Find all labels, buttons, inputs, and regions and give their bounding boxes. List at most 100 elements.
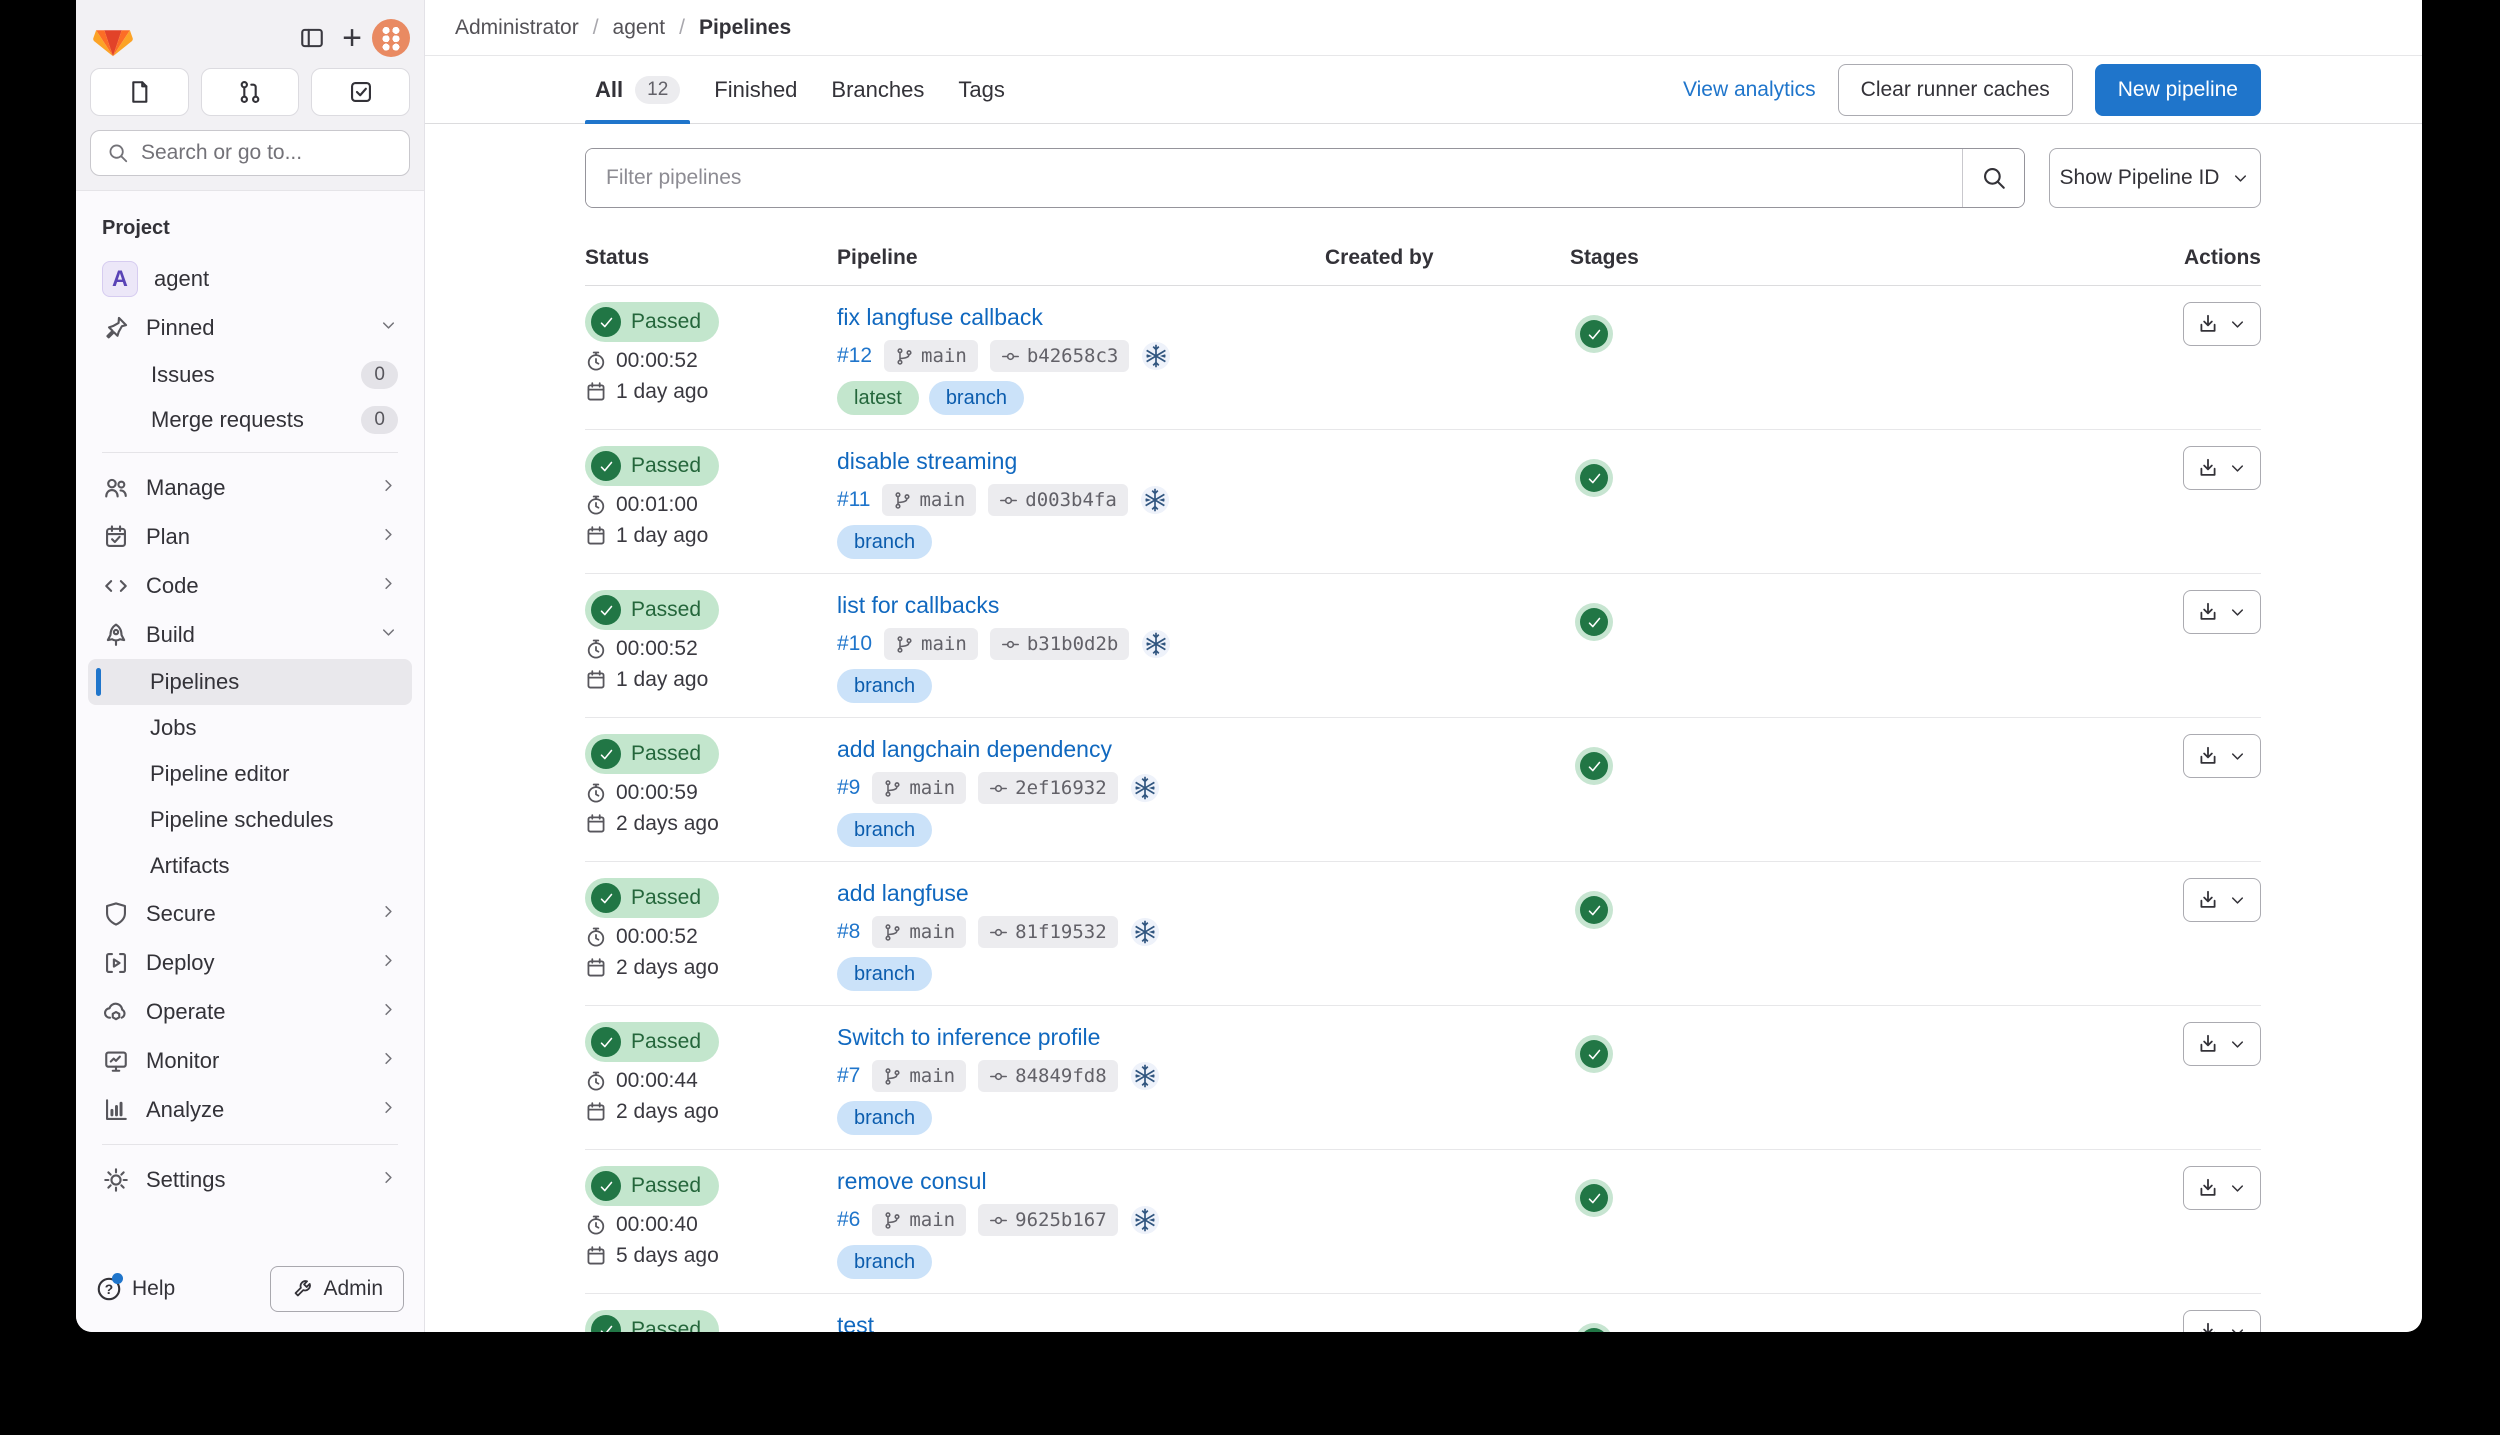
sidebar-item-plan[interactable]: Plan (88, 512, 412, 561)
show-pipeline-id-dropdown[interactable]: Show Pipeline ID (2049, 148, 2261, 208)
pipelines-tab[interactable]: Branches (821, 56, 934, 123)
todos-shortcut-button[interactable] (311, 68, 410, 116)
pipeline-label[interactable]: branch (837, 1101, 932, 1135)
stage-passed-icon[interactable] (1580, 608, 1608, 636)
branch-ref-pill[interactable]: main (872, 1060, 966, 1092)
sidebar-pinned-item[interactable]: Merge requests 0 (88, 397, 412, 442)
stage-passed-icon[interactable] (1580, 752, 1608, 780)
branch-ref-pill[interactable]: main (884, 340, 978, 372)
pipeline-title-link[interactable]: test (837, 1312, 874, 1332)
download-artifacts-button[interactable] (2183, 446, 2261, 490)
pipeline-title-link[interactable]: list for callbacks (837, 592, 999, 619)
sidebar-subitem[interactable]: Jobs (88, 705, 412, 751)
sidebar-subitem[interactable]: Pipeline editor (88, 751, 412, 797)
sidebar-subitem[interactable]: Pipeline schedules (88, 797, 412, 843)
status-badge[interactable]: Passed (585, 734, 719, 774)
download-artifacts-button[interactable] (2183, 878, 2261, 922)
pipelines-tab[interactable]: All 12 (585, 56, 690, 123)
filter-search-button[interactable] (1962, 149, 2024, 207)
admin-button[interactable]: Admin (270, 1266, 404, 1312)
search-input[interactable]: Search or go to... (90, 130, 410, 176)
pipeline-id-link[interactable]: #11 (837, 488, 870, 512)
breadcrumb-administrator[interactable]: Administrator (455, 16, 579, 40)
sidebar-item-settings[interactable]: Settings (88, 1155, 412, 1204)
issues-shortcut-button[interactable] (90, 68, 189, 116)
commit-author-avatar[interactable] (1140, 485, 1170, 515)
commit-author-avatar[interactable] (1141, 629, 1171, 659)
pipeline-label[interactable]: branch (837, 813, 932, 847)
gitlab-logo[interactable] (90, 17, 136, 59)
pipeline-label[interactable]: branch (837, 957, 932, 991)
sidebar-toggle-icon[interactable] (292, 18, 332, 58)
sidebar-item-pinned[interactable]: Pinned (88, 303, 412, 352)
pipeline-label[interactable]: branch (837, 1245, 932, 1279)
pipeline-title-link[interactable]: disable streaming (837, 448, 1017, 475)
create-new-icon[interactable]: + (332, 18, 372, 58)
view-analytics-link[interactable]: View analytics (1683, 78, 1816, 102)
pipeline-title-link[interactable]: remove consul (837, 1168, 987, 1195)
stage-passed-icon[interactable] (1580, 464, 1608, 492)
commit-author-avatar[interactable] (1141, 341, 1171, 371)
status-badge[interactable]: Passed (585, 1166, 719, 1206)
pipelines-tab[interactable]: Tags (948, 56, 1014, 123)
status-badge[interactable]: Passed (585, 878, 719, 918)
download-artifacts-button[interactable] (2183, 590, 2261, 634)
sidebar-subitem[interactable]: Artifacts (88, 843, 412, 889)
stage-passed-icon[interactable] (1580, 320, 1608, 348)
filter-pipelines-input[interactable] (586, 149, 1962, 207)
download-artifacts-button[interactable] (2183, 1310, 2261, 1332)
branch-ref-pill[interactable]: main (882, 484, 976, 516)
sidebar-item-code[interactable]: Code (88, 561, 412, 610)
sidebar-pinned-item[interactable]: Issues 0 (88, 352, 412, 397)
commit-author-avatar[interactable] (1130, 1061, 1160, 1091)
commit-author-avatar[interactable] (1130, 1205, 1160, 1235)
pipeline-id-link[interactable]: #12 (837, 344, 872, 368)
commit-sha-pill[interactable]: 9625b167 (978, 1204, 1118, 1236)
pipeline-label[interactable]: branch (837, 525, 932, 559)
pipeline-id-link[interactable]: #8 (837, 920, 860, 944)
branch-ref-pill[interactable]: main (872, 772, 966, 804)
status-badge[interactable]: Passed (585, 590, 719, 630)
user-avatar[interactable] (372, 19, 410, 57)
pipeline-id-link[interactable]: #10 (837, 632, 872, 656)
merge-requests-shortcut-button[interactable] (201, 68, 300, 116)
stage-passed-icon[interactable] (1580, 1328, 1608, 1332)
download-artifacts-button[interactable] (2183, 734, 2261, 778)
commit-sha-pill[interactable]: 84849fd8 (978, 1060, 1118, 1092)
pipeline-id-link[interactable]: #9 (837, 776, 860, 800)
pipeline-title-link[interactable]: add langchain dependency (837, 736, 1112, 763)
commit-sha-pill[interactable]: d003b4fa (988, 484, 1128, 516)
commit-author-avatar[interactable] (1130, 773, 1160, 803)
pipeline-id-link[interactable]: #6 (837, 1208, 860, 1232)
download-artifacts-button[interactable] (2183, 302, 2261, 346)
sidebar-item-monitor[interactable]: Monitor (88, 1036, 412, 1085)
status-badge[interactable]: Passed (585, 1310, 719, 1332)
pipelines-tab[interactable]: Finished (704, 56, 807, 123)
stage-passed-icon[interactable] (1580, 896, 1608, 924)
commit-sha-pill[interactable]: b31b0d2b (990, 628, 1130, 660)
pipeline-label[interactable]: branch (929, 381, 1024, 415)
commit-author-avatar[interactable] (1130, 917, 1160, 947)
pipeline-title-link[interactable]: fix langfuse callback (837, 304, 1043, 331)
pipeline-id-link[interactable]: #7 (837, 1064, 860, 1088)
sidebar-item-deploy[interactable]: Deploy (88, 938, 412, 987)
branch-ref-pill[interactable]: main (872, 916, 966, 948)
status-badge[interactable]: Passed (585, 1022, 719, 1062)
commit-sha-pill[interactable]: 2ef16932 (978, 772, 1118, 804)
status-badge[interactable]: Passed (585, 446, 719, 486)
sidebar-item-analyze[interactable]: Analyze (88, 1085, 412, 1134)
sidebar-item-build[interactable]: Build (88, 610, 412, 659)
stage-passed-icon[interactable] (1580, 1184, 1608, 1212)
breadcrumb-agent[interactable]: agent (613, 16, 666, 40)
pipeline-title-link[interactable]: Switch to inference profile (837, 1024, 1100, 1051)
sidebar-item-project-agent[interactable]: A agent (88, 254, 412, 303)
sidebar-item-secure[interactable]: Secure (88, 889, 412, 938)
stage-passed-icon[interactable] (1580, 1040, 1608, 1068)
commit-sha-pill[interactable]: b42658c3 (990, 340, 1130, 372)
sidebar-item-operate[interactable]: Operate (88, 987, 412, 1036)
branch-ref-pill[interactable]: main (872, 1204, 966, 1236)
commit-sha-pill[interactable]: 81f19532 (978, 916, 1118, 948)
download-artifacts-button[interactable] (2183, 1166, 2261, 1210)
sidebar-item-manage[interactable]: Manage (88, 463, 412, 512)
download-artifacts-button[interactable] (2183, 1022, 2261, 1066)
